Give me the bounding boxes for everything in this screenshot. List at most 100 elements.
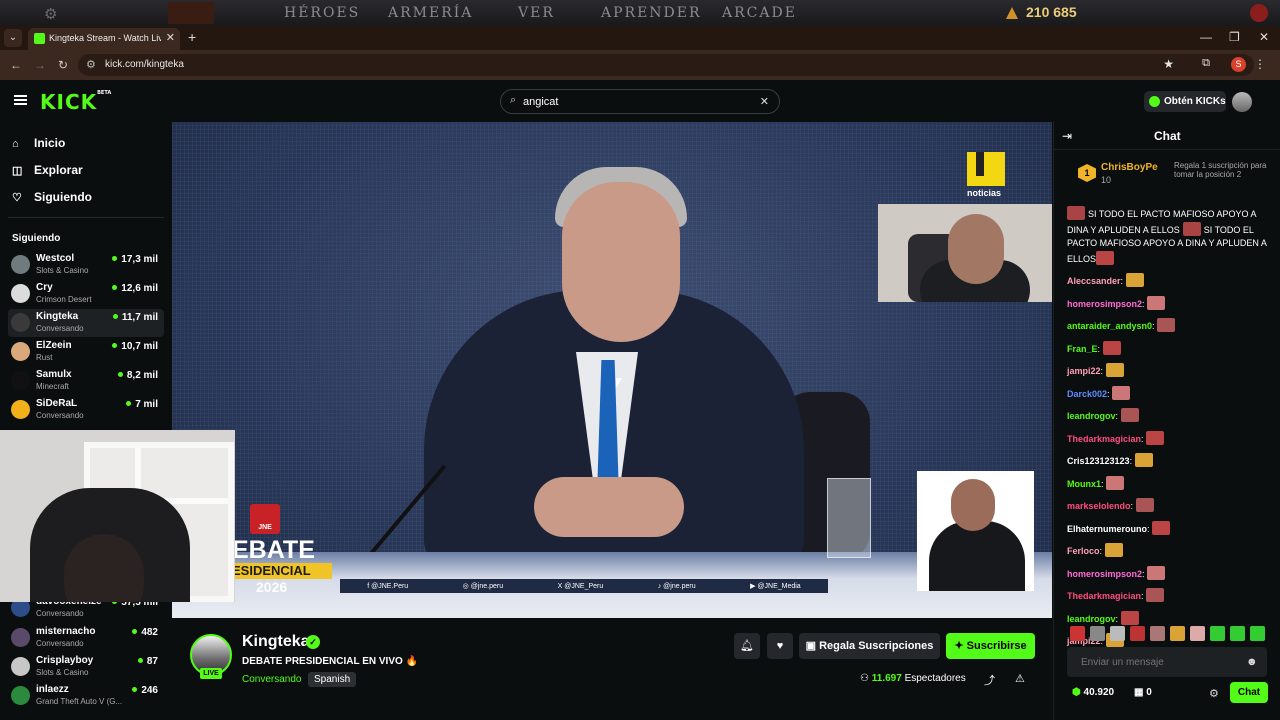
emote-icon[interactable] <box>1070 626 1085 641</box>
emote-icon[interactable] <box>1170 626 1185 641</box>
tab-search-dropdown-icon[interactable]: ⌄ <box>4 29 22 47</box>
banner-year: 2026 <box>256 579 288 595</box>
game-nav-heroes[interactable]: HÉROES <box>284 5 360 21</box>
viewers-icon: ⚇ <box>860 673 872 684</box>
search-input[interactable] <box>523 96 743 108</box>
extensions-icon[interactable]: ⧉ <box>1202 57 1210 70</box>
forward-icon[interactable]: → <box>34 58 46 72</box>
chat-message-input[interactable] <box>1067 647 1267 677</box>
viewer-stats: ⚇ 11.697 Espectadores <box>860 673 966 684</box>
sidebar-channel-misternacho[interactable]: misternacho Conversando 482 <box>8 624 164 652</box>
search-box[interactable]: ⌕ ✕ <box>500 89 780 114</box>
emote-icon[interactable] <box>1250 626 1265 641</box>
chat-username[interactable]: leandrogov <box>1067 411 1116 421</box>
sidebar-channel-inlaezz[interactable]: inlaezz Grand Theft Auto V (G... 246 <box>8 682 164 710</box>
gift-subs-button[interactable]: ▣ Regala Suscripciones <box>799 633 940 659</box>
sidebar-channel-cry[interactable]: Cry Crimson Desert 12,6 mil <box>8 280 164 308</box>
gift-leaderboard[interactable]: 1 ChrisBoyPe 10 Regala 1 suscripción par… <box>1054 150 1280 194</box>
chat-username[interactable]: Thedarkmagician <box>1067 434 1141 444</box>
send-chat-button[interactable]: Chat <box>1230 682 1268 703</box>
channel-name: Cry <box>36 282 53 293</box>
game-nav-learn[interactable]: APRENDER <box>601 5 702 21</box>
browser-toolbar: ← → ↻ ⚙ kick.com/kingteka ★ ⧉ S ⋮ <box>0 50 1280 80</box>
video-player[interactable]: noticias JNE EBATE ESIDENCIAL 2026 f @JN… <box>172 122 1052 618</box>
collapse-chat-icon[interactable]: ⇥ <box>1062 129 1072 143</box>
avatar <box>11 400 30 419</box>
game-nav-armory[interactable]: ARMERÍA <box>388 5 473 21</box>
chat-username[interactable]: homerosimpson2 <box>1067 299 1142 309</box>
back-icon[interactable]: ← <box>10 58 22 72</box>
subscribe-button[interactable]: ✦ Suscribirse <box>946 633 1035 659</box>
hamburger-menu-icon[interactable] <box>14 95 27 105</box>
sidebar-nav-following[interactable]: ♡ Siguiendo <box>12 190 92 204</box>
close-window-icon[interactable]: ✕ <box>1259 30 1269 44</box>
chat-username[interactable]: leandrogov <box>1067 614 1116 624</box>
reload-icon[interactable]: ↻ <box>58 58 68 72</box>
channel-name[interactable]: Kingteka <box>242 633 310 651</box>
chat-username[interactable]: markselolendo <box>1067 501 1131 511</box>
chat-username[interactable]: Elhaternumerouno <box>1067 524 1147 534</box>
emoji-picker-icon[interactable]: ☻ <box>1246 656 1258 668</box>
game-nav-watch[interactable]: VER <box>518 5 555 21</box>
language-tag[interactable]: Spanish <box>308 672 357 687</box>
chat-username[interactable]: Fran_E <box>1067 344 1098 354</box>
sidebar-channel-elzeein[interactable]: ElZeein Rust 10,7 mil <box>8 338 164 366</box>
emote-icon[interactable] <box>1210 626 1225 641</box>
chat-username[interactable]: antaraider_andysn0 <box>1067 321 1152 331</box>
restore-icon[interactable]: ❐ <box>1229 30 1240 44</box>
sidebar-channel-samulx[interactable]: Samulx Minecraft 8,2 mil <box>8 367 164 395</box>
chat-username[interactable]: Cris123123123 <box>1067 456 1130 466</box>
sidebar-channel-crisplayboy[interactable]: Crisplayboy Slots & Casino 87 <box>8 653 164 681</box>
browser-menu-icon[interactable]: ⋮ <box>1254 57 1266 71</box>
sidebar-channel-sideral[interactable]: SiDeRaL Conversando 7 mil <box>8 396 164 424</box>
chat-username[interactable]: homerosimpson2 <box>1067 569 1142 579</box>
power-icon[interactable] <box>1250 4 1268 22</box>
address-bar[interactable]: ⚙ kick.com/kingteka ★ ⧉ S <box>78 54 1254 76</box>
channel-points[interactable]: ⬢ 40.920 <box>1072 687 1114 698</box>
sidebar-channel-kingteka[interactable]: Kingteka Conversando 11,7 mil <box>8 309 164 337</box>
minimize-icon[interactable]: — <box>1200 30 1212 44</box>
emote-icon[interactable] <box>1150 626 1165 641</box>
get-kicks-button[interactable]: Obtén KICKs <box>1144 91 1226 112</box>
share-icon[interactable]: ⤴ <box>984 672 995 688</box>
bookmark-star-icon[interactable]: ★ <box>1163 57 1174 71</box>
gear-icon[interactable]: ⚙ <box>44 5 57 23</box>
sidebar-nav-explore[interactable]: ◫ Explorar <box>12 163 83 177</box>
url-text[interactable]: kick.com/kingteka <box>105 59 184 70</box>
emote-icon[interactable] <box>1090 626 1105 641</box>
close-tab-icon[interactable]: ✕ <box>166 31 175 44</box>
sidebar-channel-westcol[interactable]: Westcol Slots & Casino 17,3 mil <box>8 251 164 279</box>
chat-settings-icon[interactable]: ⚙ <box>1209 687 1219 700</box>
sidebar-nav-home[interactable]: ⌂ Inicio <box>12 136 65 150</box>
game-menu-tile[interactable] <box>168 2 214 24</box>
stream-category-link[interactable]: Conversando <box>242 674 301 685</box>
user-avatar[interactable] <box>1232 92 1252 112</box>
viewer-label: Espectadores <box>904 673 966 684</box>
kick-logo[interactable]: KICKBETA <box>40 90 111 114</box>
chat-username[interactable]: Mounx1 <box>1067 479 1101 489</box>
follow-button[interactable]: ♥ <box>767 633 793 659</box>
redemptions[interactable]: ▦ 0 <box>1134 687 1152 698</box>
emote-icon <box>1182 221 1201 236</box>
clear-search-icon[interactable]: ✕ <box>760 95 769 108</box>
gold-count: 210 685 <box>1026 4 1077 20</box>
emote-icon[interactable] <box>1230 626 1245 641</box>
game-nav-arcade[interactable]: ARCADE <box>722 5 797 21</box>
site-info-icon[interactable]: ⚙ <box>86 58 96 71</box>
browser-tab[interactable]: Kingteka Stream - Watch Live on Kick ✕ <box>28 28 180 50</box>
emote-icon[interactable] <box>1190 626 1205 641</box>
chat-message: Thedarkmagician: <box>1067 588 1269 604</box>
chat-username[interactable]: Darck002 <box>1067 389 1107 399</box>
chat-username[interactable]: Ferloco <box>1067 546 1100 556</box>
emote-icon[interactable] <box>1130 626 1145 641</box>
chat-username[interactable]: jampi22 <box>1067 366 1101 376</box>
game-top-bar: ⚙ HÉROES ARMERÍA VER APRENDER ARCADE 210… <box>0 0 1280 26</box>
notification-bell-button[interactable]: 🔔︎ <box>734 633 760 659</box>
profile-avatar[interactable]: S <box>1231 57 1246 72</box>
chat-separator: : <box>1130 501 1136 511</box>
chat-username[interactable]: Aleccsander <box>1067 276 1121 286</box>
chat-username[interactable]: Thedarkmagician <box>1067 591 1141 601</box>
emote-icon[interactable] <box>1110 626 1125 641</box>
report-icon[interactable]: ⚠ <box>1015 672 1025 685</box>
new-tab-icon[interactable]: + <box>188 29 196 45</box>
